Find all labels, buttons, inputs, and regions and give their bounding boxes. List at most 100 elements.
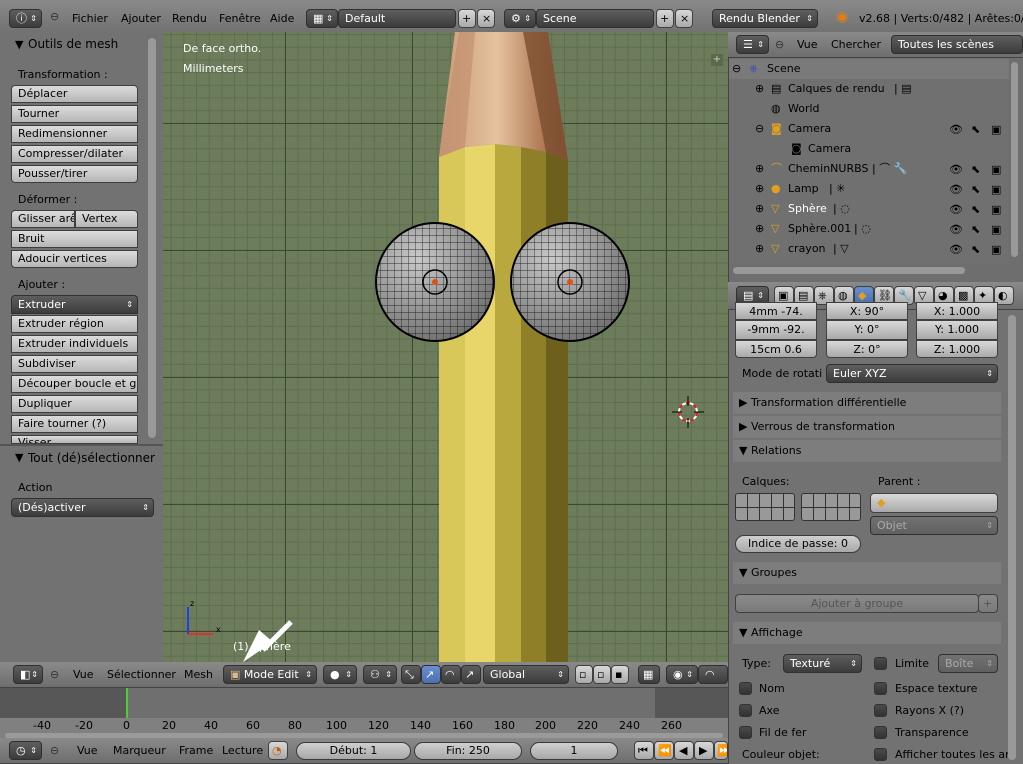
scene-icon-button[interactable]: ⚙ ⇕: [504, 9, 536, 28]
section-delta-transform[interactable]: ▶ Transformation différentielle: [733, 392, 1001, 414]
location-y-field[interactable]: -9mm -92.: [735, 320, 817, 340]
vertex-slide-button[interactable]: Vertex: [75, 210, 138, 228]
render-camera-icon[interactable]: ▣: [991, 243, 1001, 256]
3d-viewport[interactable]: De face ortho. Millimeters + z x (1) Sph…: [163, 32, 728, 662]
scale-x-field[interactable]: X: 1.000: [916, 302, 998, 320]
add-to-group-button[interactable]: Ajouter à groupe: [735, 594, 979, 613]
extrude-individual-button[interactable]: Extruder individuels: [11, 335, 138, 353]
vertex-select-mode[interactable]: ▫: [575, 665, 593, 684]
outliner-collapse-icon[interactable]: ⊖: [775, 38, 784, 51]
timeline-menu-view[interactable]: Vue: [77, 744, 98, 757]
draw-all-edges-checkbox[interactable]: [874, 748, 887, 761]
render-camera-icon[interactable]: ▣: [991, 203, 1001, 216]
eye-icon[interactable]: 👁: [949, 163, 963, 176]
outliner-menu-search[interactable]: Chercher: [831, 38, 881, 51]
falloff-select[interactable]: ◠: [698, 665, 728, 684]
timeline-menu-marker[interactable]: Marqueur: [113, 744, 166, 757]
transparency-checkbox[interactable]: [874, 726, 887, 739]
mesh-tools-collapse-icon[interactable]: ▼: [15, 38, 23, 51]
section-relations[interactable]: ▼ Relations: [733, 440, 1001, 462]
menu-mesh[interactable]: Mesh: [184, 668, 213, 681]
timeline-menu-frame[interactable]: Frame: [179, 744, 213, 757]
manipulator-toggle[interactable]: ⤡: [401, 665, 421, 684]
editor-type-info-button[interactable]: ⓘ ⇕: [9, 9, 42, 28]
pivot-select[interactable]: ⚇ ⇕: [363, 665, 397, 684]
translate-button[interactable]: Déplacer: [11, 85, 138, 103]
name-checkbox[interactable]: [739, 682, 752, 695]
extrude-region-button[interactable]: Extruder région: [11, 315, 138, 333]
editor-type-3d-button[interactable]: ◧ ⇕: [13, 665, 43, 684]
layout-icon-button[interactable]: ▦ ⇕: [306, 9, 338, 28]
eye-icon[interactable]: 👁: [949, 203, 963, 216]
noise-button[interactable]: Bruit: [11, 230, 138, 248]
eye-icon[interactable]: 👁: [949, 123, 963, 136]
tool-shelf-scrollbar[interactable]: [148, 38, 156, 438]
screw-button[interactable]: Visser: [11, 435, 138, 444]
scale-y-field[interactable]: Y: 1.000: [916, 320, 998, 340]
cursor-icon[interactable]: ⬉: [971, 243, 980, 256]
parent-field[interactable]: ◆: [870, 493, 998, 513]
editor-type-outliner-button[interactable]: ☰ ⇕: [736, 35, 769, 54]
menu-view[interactable]: Vue: [73, 668, 94, 681]
scene-field[interactable]: Scene: [536, 9, 654, 28]
menu-select[interactable]: Sélectionner: [107, 668, 176, 681]
outliner-menu-view[interactable]: Vue: [797, 38, 818, 51]
rotate-button[interactable]: Tourner: [11, 105, 138, 123]
play-button[interactable]: ▶: [694, 741, 714, 760]
shrink-fatten-button[interactable]: Compresser/dilater: [11, 145, 138, 163]
layers-grid-right[interactable]: [801, 493, 861, 521]
push-pull-button[interactable]: Pousser/tirer: [11, 165, 138, 183]
layout-remove-button[interactable]: ×: [477, 9, 495, 28]
render-engine-select[interactable]: Rendu Blender ⇕: [712, 9, 818, 28]
section-groups[interactable]: ▼ Groupes: [733, 562, 1001, 584]
action-select[interactable]: (Dés)activer ⇕: [11, 498, 154, 517]
face-select-mode[interactable]: ▪: [611, 665, 629, 684]
cursor-icon[interactable]: ⬉: [971, 123, 980, 136]
resize-button[interactable]: Redimensionner: [11, 125, 138, 143]
location-z-field[interactable]: 15cm 0.6: [735, 340, 817, 358]
edge-slide-button[interactable]: Glisser arê: [11, 210, 75, 228]
preview-range-toggle[interactable]: ◔: [268, 741, 288, 760]
spin-button[interactable]: Faire tourner (?): [11, 415, 138, 433]
mode-select[interactable]: ▣ Mode Edit ⇕: [223, 665, 317, 684]
render-camera-icon[interactable]: ▣: [991, 163, 1001, 176]
render-camera-icon[interactable]: ▣: [991, 123, 1001, 136]
render-camera-icon[interactable]: ▣: [991, 183, 1001, 196]
scene-remove-button[interactable]: ×: [675, 9, 693, 28]
loop-cut-slide-button[interactable]: Découper boucle et glis: [11, 375, 138, 393]
scale-z-field[interactable]: Z: 1.000: [916, 340, 998, 358]
proportional-edit-select[interactable]: ◉ ⇕: [666, 665, 698, 684]
end-frame-field[interactable]: Fin: 250: [414, 742, 522, 760]
extrude-menu[interactable]: Extruder ⇕: [11, 295, 138, 314]
layers-grid-left[interactable]: [735, 493, 795, 521]
translate-manipulator[interactable]: ↗: [421, 665, 441, 684]
jump-keyframe-prev-button[interactable]: ⏪: [654, 741, 674, 760]
section-display[interactable]: ▼ Affichage: [733, 622, 1001, 644]
section-transform-locks[interactable]: ▶ Verrous de transformation: [733, 416, 1001, 438]
cursor-icon[interactable]: ⬉: [971, 223, 980, 236]
rotate-manipulator[interactable]: ◠: [441, 665, 461, 684]
eye-icon[interactable]: 👁: [949, 243, 963, 256]
start-frame-field[interactable]: Début: 1: [296, 742, 411, 760]
properties-scrollbar[interactable]: [1008, 315, 1016, 760]
editor-type-timeline-button[interactable]: ◷ ⇕: [9, 741, 42, 760]
timeline-collapse-icon[interactable]: ⊖: [50, 744, 59, 757]
rotation-y-field[interactable]: Y: 0°: [826, 320, 908, 340]
operator-collapse-icon[interactable]: ▼: [15, 451, 23, 464]
axis-checkbox[interactable]: [739, 704, 752, 717]
wireframe-checkbox[interactable]: [739, 726, 752, 739]
collapse-menu-icon[interactable]: ⊖: [50, 10, 59, 23]
outliner-display-select[interactable]: Toutes les scènes: [891, 35, 1023, 54]
timeline-current-frame-line[interactable]: [126, 688, 128, 718]
pass-index-field[interactable]: Indice de passe: 0: [735, 535, 861, 553]
shading-select[interactable]: ● ⇕: [323, 665, 357, 684]
smooth-vertex-button[interactable]: Adoucir vertices: [11, 250, 138, 268]
display-type-select[interactable]: Texturé ⇕: [783, 654, 862, 673]
location-x-field[interactable]: 4mm -74.: [735, 302, 817, 320]
layout-field[interactable]: Default: [338, 9, 456, 28]
scene-add-button[interactable]: +: [656, 9, 674, 28]
timeline-menu-playback[interactable]: Lecture: [222, 744, 263, 757]
cursor-icon[interactable]: ⬉: [971, 203, 980, 216]
cursor-icon[interactable]: ⬉: [971, 163, 980, 176]
scale-manipulator[interactable]: ↗: [461, 665, 481, 684]
